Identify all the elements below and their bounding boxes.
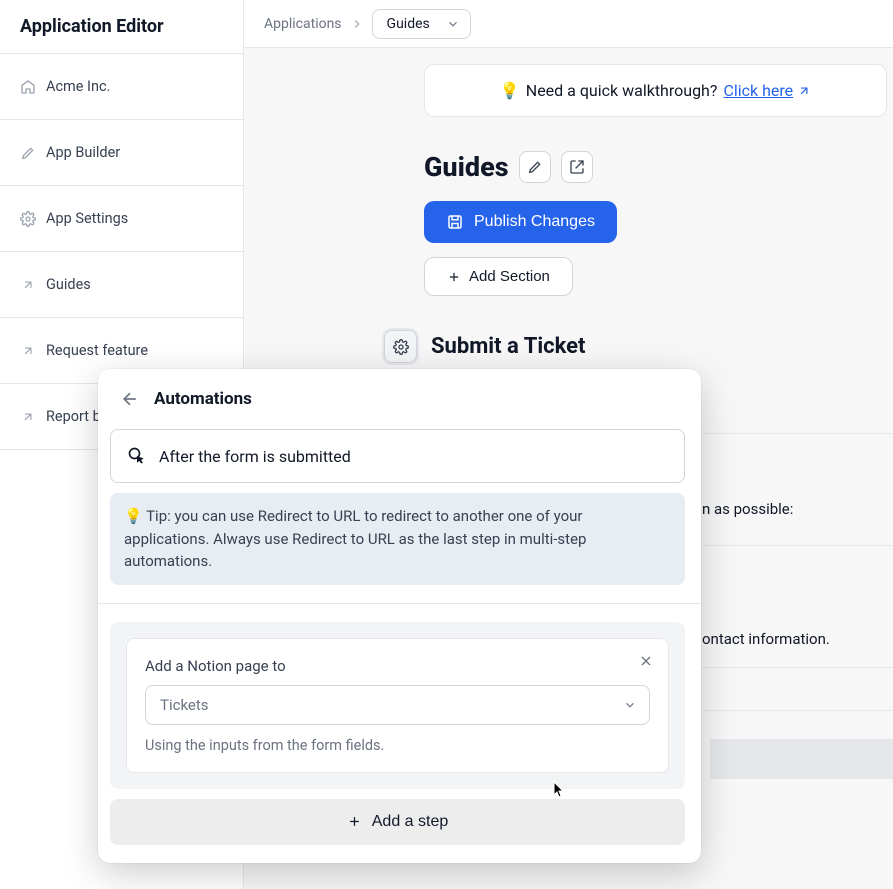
sidebar-item-app-settings[interactable]: App Settings bbox=[0, 186, 243, 252]
external-link-icon bbox=[797, 84, 811, 98]
pencil-icon bbox=[20, 145, 36, 161]
external-link-icon bbox=[569, 159, 585, 175]
sidebar-item-label: App Settings bbox=[46, 210, 128, 227]
cursor-click-icon bbox=[127, 446, 147, 466]
automations-modal: Automations After the form is submitted … bbox=[98, 369, 701, 863]
sidebar-item-org[interactable]: Acme Inc. bbox=[0, 54, 243, 120]
divider-line bbox=[702, 667, 893, 668]
partial-block bbox=[710, 739, 893, 779]
sidebar-item-app-builder[interactable]: App Builder bbox=[0, 120, 243, 186]
partial-text-2: ontact information. bbox=[702, 630, 830, 648]
breadcrumb-current: Guides bbox=[387, 16, 430, 32]
walkthrough-banner: 💡 Need a quick walkthrough? Click here bbox=[424, 64, 887, 117]
trigger-text: After the form is submitted bbox=[159, 447, 351, 466]
breadcrumb-select[interactable]: Guides bbox=[372, 9, 471, 39]
sidebar-item-label: Guides bbox=[46, 276, 91, 293]
gear-icon bbox=[20, 211, 36, 227]
chevron-down-icon bbox=[623, 698, 637, 712]
plus-icon bbox=[447, 270, 461, 284]
step-helper-text: Using the inputs from the form fields. bbox=[145, 737, 650, 754]
content: 💡 Need a quick walkthrough? Click here G… bbox=[244, 48, 893, 363]
step-inner-card: Add a Notion page to Tickets Using the i… bbox=[126, 638, 669, 773]
sidebar-item-label: Acme Inc. bbox=[46, 78, 110, 95]
walkthrough-link[interactable]: Click here bbox=[723, 81, 811, 100]
trigger-box[interactable]: After the form is submitted bbox=[110, 429, 685, 483]
sidebar-item-label: App Builder bbox=[46, 144, 120, 161]
chevron-down-icon bbox=[446, 17, 460, 31]
sidebar-header: Application Editor bbox=[0, 0, 243, 54]
arrow-up-right-icon bbox=[20, 409, 36, 425]
chevron-right-icon bbox=[350, 17, 364, 31]
step-label: Add a Notion page to bbox=[145, 657, 650, 675]
divider-line bbox=[702, 433, 893, 434]
add-section-button[interactable]: Add Section bbox=[424, 257, 573, 296]
pencil-icon bbox=[527, 159, 543, 175]
page-title-row: Guides bbox=[424, 151, 893, 183]
modal-header: Automations bbox=[98, 369, 701, 423]
edit-title-button[interactable] bbox=[519, 151, 551, 183]
topbar: Applications Guides bbox=[244, 0, 893, 48]
modal-title: Automations bbox=[154, 389, 252, 409]
walkthrough-text: Need a quick walkthrough? bbox=[526, 81, 718, 100]
open-external-button[interactable] bbox=[561, 151, 593, 183]
sidebar-item-guides[interactable]: Guides bbox=[0, 252, 243, 318]
tip-text: 💡 Tip: you can use Redirect to URL to re… bbox=[124, 507, 586, 570]
tip-box: 💡 Tip: you can use Redirect to URL to re… bbox=[110, 493, 685, 585]
gear-icon bbox=[393, 339, 409, 355]
sidebar-item-label: Request feature bbox=[46, 342, 148, 359]
divider bbox=[98, 603, 701, 604]
divider-line bbox=[702, 710, 893, 711]
page-title: Guides bbox=[424, 151, 509, 183]
lightbulb-icon: 💡 bbox=[500, 81, 520, 100]
section-settings-button[interactable] bbox=[384, 330, 417, 363]
app-title: Application Editor bbox=[20, 16, 223, 37]
step-card: Add a Notion page to Tickets Using the i… bbox=[110, 622, 685, 789]
breadcrumb-root[interactable]: Applications bbox=[264, 16, 342, 32]
partial-text-1: n as possible: bbox=[702, 500, 793, 518]
step-select[interactable]: Tickets bbox=[145, 685, 650, 725]
close-step-button[interactable] bbox=[638, 653, 654, 669]
publish-button[interactable]: Publish Changes bbox=[424, 201, 617, 243]
arrow-up-right-icon bbox=[20, 343, 36, 359]
divider-line bbox=[702, 545, 893, 546]
plus-icon bbox=[347, 814, 362, 829]
arrow-up-right-icon bbox=[20, 277, 36, 293]
save-icon bbox=[446, 213, 464, 231]
section-header: Submit a Ticket bbox=[384, 330, 893, 363]
back-arrow-icon[interactable] bbox=[120, 389, 140, 409]
home-icon bbox=[20, 79, 36, 95]
step-select-value: Tickets bbox=[160, 696, 209, 714]
section-title: Submit a Ticket bbox=[431, 334, 585, 359]
add-step-button[interactable]: Add a step bbox=[110, 799, 685, 845]
